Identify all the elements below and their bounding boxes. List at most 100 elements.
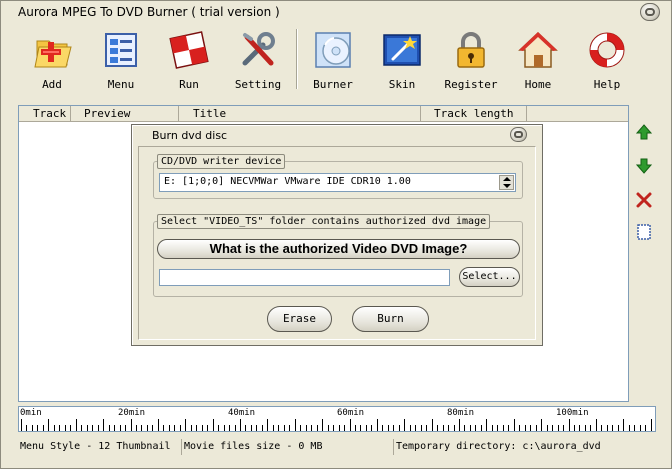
skin-wand-icon — [383, 34, 421, 66]
timeline-tick — [109, 425, 110, 431]
lock-icon — [457, 32, 485, 68]
timeline-tick — [508, 425, 509, 431]
timeline-tick — [300, 425, 301, 431]
menu-button[interactable]: Menu — [90, 27, 152, 91]
timeline-tick — [76, 419, 77, 431]
status-temp-directory: Temporary directory: c:\aurora_dvd — [393, 439, 663, 455]
timeline-tick — [377, 419, 378, 431]
home-button[interactable]: Home — [507, 27, 569, 91]
setting-button[interactable]: Setting — [227, 27, 289, 91]
timeline-tick — [443, 425, 444, 431]
dialog-minimize-button[interactable] — [510, 127, 527, 142]
add-button[interactable]: Add — [21, 27, 83, 91]
timeline-tick — [360, 425, 361, 431]
timeline-tick — [339, 425, 340, 431]
timeline-label: 40min — [228, 408, 256, 418]
status-file-size: Movie files size - 0 MB — [181, 439, 393, 455]
column-track-length[interactable]: Track length — [421, 106, 527, 121]
skin-button[interactable]: Skin — [371, 27, 433, 91]
timeline-tick — [355, 425, 356, 431]
timeline-tick — [350, 419, 351, 431]
window-title: Aurora MPEG To DVD Burner ( trial versio… — [18, 5, 280, 19]
delete-icon[interactable] — [635, 191, 653, 209]
folder-path-input[interactable] — [159, 269, 450, 286]
timeline-tick — [590, 425, 591, 431]
timeline-tick — [585, 425, 586, 431]
timeline-tick — [618, 425, 619, 431]
timeline-label: 100min — [556, 408, 589, 418]
timeline-tick — [229, 425, 230, 431]
spinner-arrows-icon[interactable] — [499, 175, 514, 190]
register-label: Register — [444, 78, 498, 91]
timeline-label: 80min — [447, 408, 475, 418]
burn-button[interactable]: Burn — [352, 306, 429, 332]
run-label: Run — [179, 78, 199, 91]
timeline-tick — [492, 425, 493, 431]
timeline-tick — [218, 425, 219, 431]
video-ts-folder-group: Select "VIDEO_TS" folder contains author… — [153, 214, 523, 297]
column-track[interactable]: Track — [19, 106, 71, 121]
register-button[interactable]: Register — [440, 27, 502, 91]
timeline-tick — [196, 425, 197, 431]
timeline-tick — [81, 425, 82, 431]
select-folder-button[interactable]: Select... — [459, 267, 520, 287]
timeline-tick — [311, 425, 312, 431]
timeline-tick — [371, 425, 372, 431]
erase-button[interactable]: Erase — [267, 306, 332, 332]
timeline-tick — [558, 425, 559, 431]
timeline-tick — [278, 425, 279, 431]
timeline-tick — [437, 425, 438, 431]
move-down-icon[interactable] — [635, 157, 653, 175]
timeline-tick — [415, 425, 416, 431]
timeline-tick — [32, 425, 33, 431]
title-bar[interactable]: Aurora MPEG To DVD Burner ( trial versio… — [1, 1, 671, 23]
minimize-button[interactable] — [640, 3, 660, 21]
burn-dvd-dialog: Burn dvd disc CD/DVD writer device E: [1… — [131, 124, 543, 346]
timeline-tick — [191, 425, 192, 431]
timeline-ruler[interactable]: 0min 20min 40min 60min 80min 100min — [18, 406, 656, 432]
timeline-tick — [328, 425, 329, 431]
column-preview[interactable]: Preview — [71, 106, 179, 121]
timeline-tick — [317, 425, 318, 431]
timeline-tick — [141, 425, 142, 431]
burner-button[interactable]: Burner — [302, 27, 364, 91]
timeline-tick — [623, 419, 624, 431]
move-up-icon[interactable] — [635, 123, 653, 141]
help-button[interactable]: Help — [576, 27, 638, 91]
column-title[interactable]: Title — [179, 106, 421, 121]
timeline-tick — [552, 425, 553, 431]
timeline-tick — [388, 425, 389, 431]
timeline-tick — [224, 425, 225, 431]
timeline-tick — [486, 419, 487, 431]
timeline-tick — [262, 425, 263, 431]
timeline-tick — [54, 425, 55, 431]
timeline-tick — [92, 425, 93, 431]
writer-device-legend: CD/DVD writer device — [157, 154, 286, 169]
timeline-tick — [43, 425, 44, 431]
timeline-tick — [525, 425, 526, 431]
dialog-body: CD/DVD writer device E: [1;0;0] NECVMWar… — [138, 146, 536, 340]
timeline-tick — [207, 425, 208, 431]
run-button[interactable]: Run — [158, 27, 220, 91]
timeline-ticks — [19, 419, 655, 431]
timeline-tick — [601, 425, 602, 431]
timeline-label: 0min — [20, 408, 42, 418]
timeline-tick — [202, 425, 203, 431]
timeline-tick — [569, 419, 570, 431]
timeline-tick — [426, 425, 427, 431]
writer-device-group: CD/DVD writer device E: [1;0;0] NECVMWar… — [153, 154, 523, 199]
timeline-tick — [48, 419, 49, 431]
properties-icon[interactable] — [635, 223, 653, 241]
timeline-tick — [481, 425, 482, 431]
tools-icon — [242, 32, 275, 66]
authorized-image-help-button[interactable]: What is the authorized Video DVD Image? — [157, 239, 520, 259]
burner-label: Burner — [313, 78, 353, 91]
lifebuoy-icon — [589, 32, 625, 68]
timeline-tick — [421, 425, 422, 431]
status-bar: Menu Style - 12 Thumbnail Movie files si… — [18, 439, 670, 455]
timeline-tick — [174, 425, 175, 431]
add-folder-icon — [34, 40, 72, 68]
timeline-tick — [213, 419, 214, 431]
writer-device-select[interactable]: E: [1;0;0] NECVMWar VMware IDE CDR10 1.0… — [159, 173, 516, 192]
timeline-tick — [26, 425, 27, 431]
